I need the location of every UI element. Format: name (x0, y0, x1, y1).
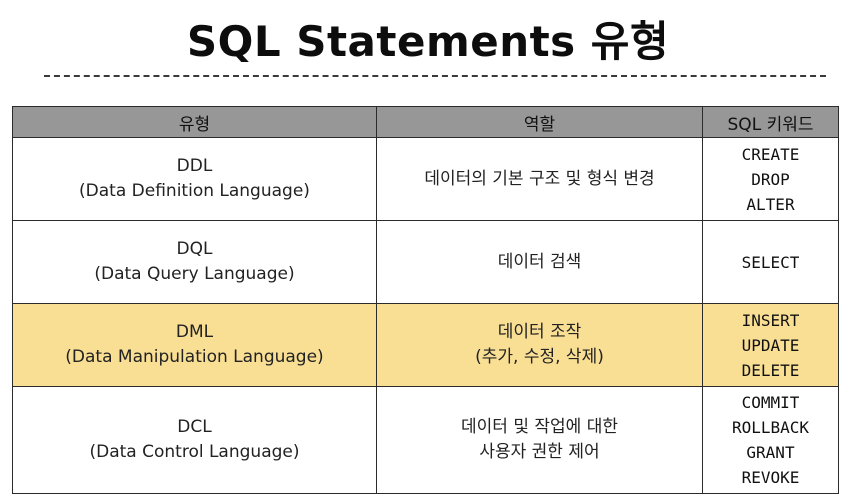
type-full: (Data Definition Language) (79, 181, 310, 201)
type-abbr: DQL (176, 239, 213, 259)
keyword: REVOKE (741, 468, 800, 487)
role-text: 데이터 및 작업에 대한 (461, 417, 618, 437)
keyword: CREATE (741, 144, 800, 164)
role-cell: 데이터의 기본 구조 및 형식 변경 (376, 137, 703, 221)
keyword-cell: COMMIT ROLLBACK GRANT REVOKE (702, 386, 839, 494)
table-row-ddl: DDL (Data Definition Language) 데이터의 기본 구… (12, 137, 839, 221)
keyword: GRANT (746, 443, 795, 462)
type-cell: DML (Data Manipulation Language) (12, 303, 377, 387)
keyword: UPDATE (741, 335, 800, 355)
type-abbr: DCL (177, 417, 212, 437)
type-abbr: DDL (176, 156, 213, 176)
role-text: 데이터 조작 (497, 322, 582, 342)
role-text: 데이터의 기본 구조 및 형식 변경 (424, 168, 655, 189)
table-row-dcl: DCL (Data Control Language) 데이터 및 작업에 대한… (12, 386, 839, 494)
sql-statements-table: 유형 역할 SQL 키워드 DDL (Data Definition Langu… (12, 106, 839, 494)
role-cell: 데이터 검색 (376, 220, 703, 304)
table-header-row: 유형 역할 SQL 키워드 (12, 106, 839, 138)
table-row-dql: DQL (Data Query Language) 데이터 검색 SELECT (12, 220, 839, 304)
keyword: SELECT (741, 252, 800, 272)
type-full: (Data Control Language) (89, 442, 300, 462)
role-text: (추가, 수정, 삭제) (475, 347, 604, 367)
header-keyword: SQL 키워드 (702, 106, 839, 138)
dashed-divider (44, 75, 826, 77)
page-title: SQL Statements 유형 (186, 17, 670, 66)
role-cell: 데이터 및 작업에 대한 사용자 권한 제어 (376, 386, 703, 494)
keyword: DROP (751, 169, 790, 189)
type-full: (Data Query Language) (94, 264, 295, 284)
type-cell: DCL (Data Control Language) (12, 386, 377, 494)
table-row-dml: DML (Data Manipulation Language) 데이터 조작 … (12, 303, 839, 387)
keyword: INSERT (741, 310, 800, 330)
header-role: 역할 (376, 106, 703, 138)
role-text: 데이터 검색 (497, 251, 582, 272)
type-abbr: DML (175, 322, 214, 342)
type-cell: DQL (Data Query Language) (12, 220, 377, 304)
role-text: 사용자 권한 제어 (479, 442, 600, 462)
keyword: DELETE (741, 360, 800, 380)
keyword: ALTER (746, 194, 795, 214)
keyword-cell: CREATE DROP ALTER (702, 137, 839, 221)
type-cell: DDL (Data Definition Language) (12, 137, 377, 221)
header-type: 유형 (12, 106, 377, 138)
keyword: COMMIT (741, 393, 800, 412)
role-cell: 데이터 조작 (추가, 수정, 삭제) (376, 303, 703, 387)
type-full: (Data Manipulation Language) (65, 347, 324, 367)
keyword-cell: INSERT UPDATE DELETE (702, 303, 839, 387)
keyword: ROLLBACK (731, 418, 810, 437)
keyword-cell: SELECT (702, 220, 839, 304)
